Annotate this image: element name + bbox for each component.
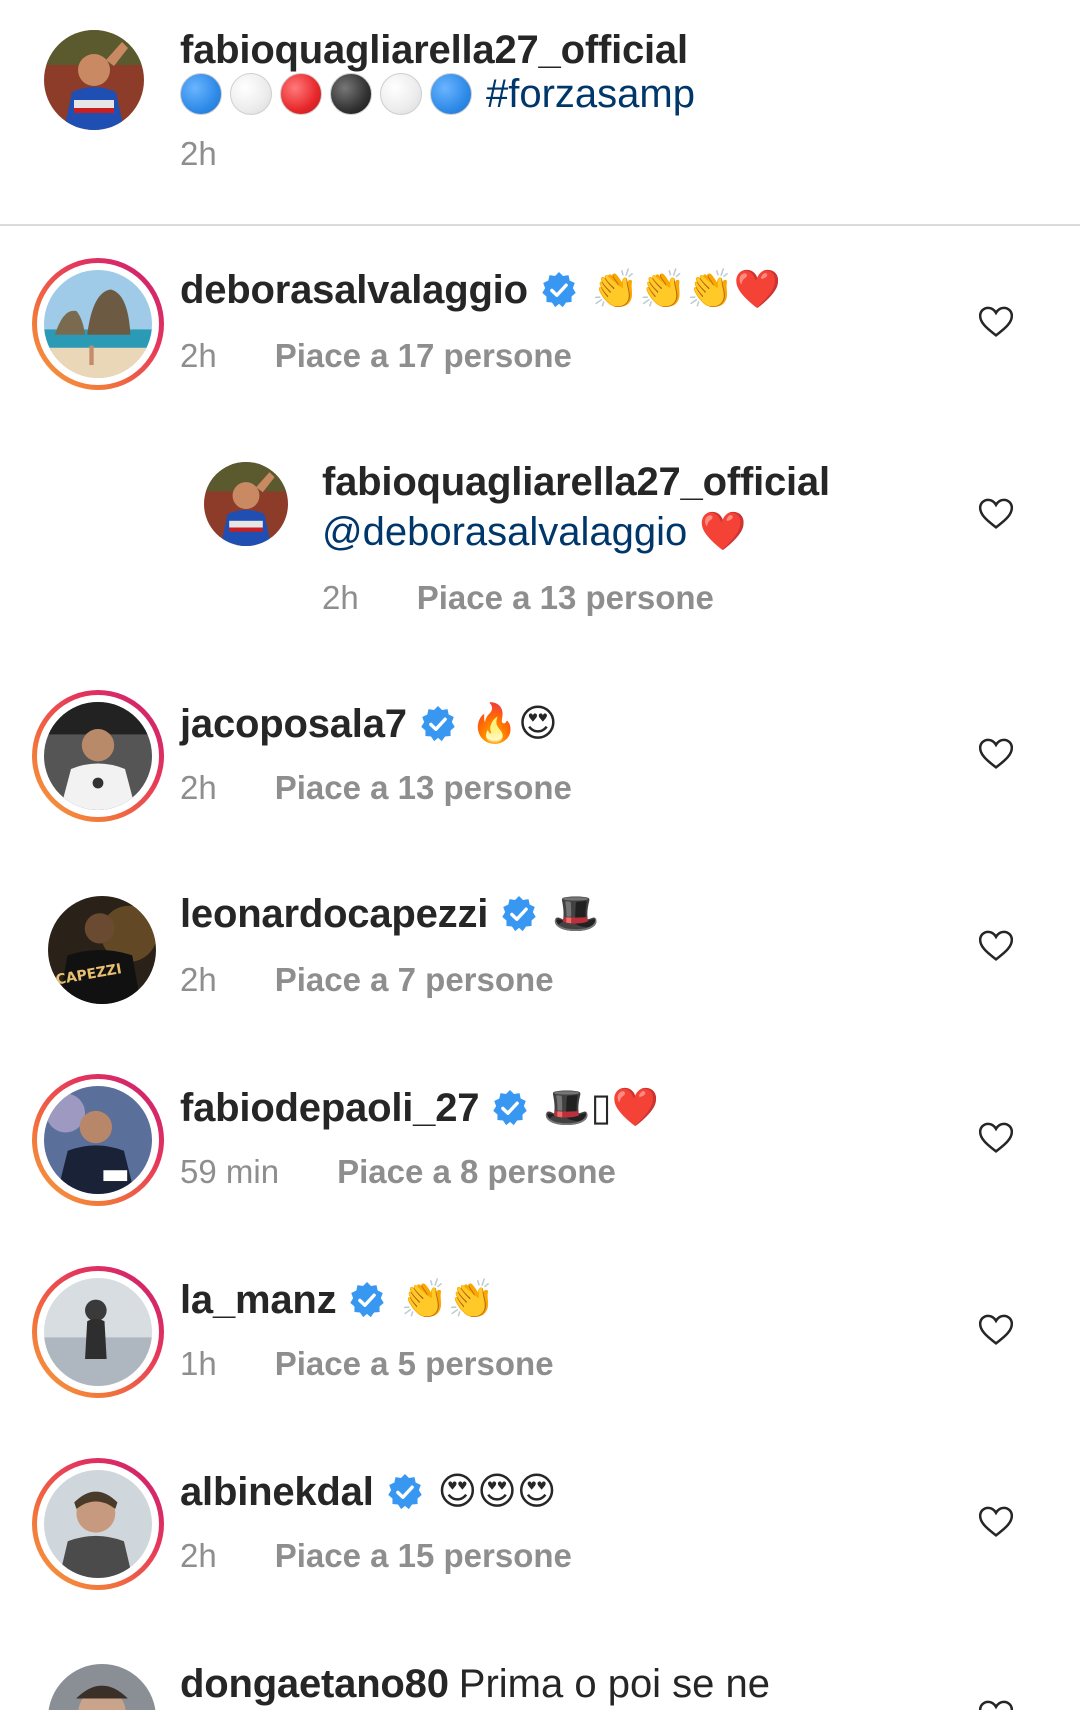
comment-username[interactable]: albinekdal xyxy=(180,1468,374,1516)
comment-username[interactable]: la_manz xyxy=(180,1276,337,1324)
comment-username[interactable]: deborasalvalaggio xyxy=(180,266,528,314)
comment-emoji: 🎩▯❤️ xyxy=(543,1087,659,1129)
post-caption: fabioquagliarella27_official #forzasamp … xyxy=(0,0,1080,226)
commenter-avatar[interactable] xyxy=(48,1664,156,1710)
verified-badge-icon xyxy=(500,895,538,933)
author-avatar[interactable] xyxy=(44,30,144,130)
likes-count-link[interactable]: Piace a 13 persone xyxy=(417,579,714,616)
verified-badge-icon xyxy=(419,705,457,743)
comment-time: 2h xyxy=(180,337,217,374)
comment-emoji: ❤️ xyxy=(699,511,747,553)
comment-emoji: 👏👏👏❤️ xyxy=(591,269,782,311)
white-circle-emoji xyxy=(380,73,422,115)
comment-time: 2h xyxy=(322,579,359,616)
heart-outline-icon[interactable] xyxy=(976,1310,1016,1350)
mention-link[interactable]: @deborasalvalaggio xyxy=(322,508,687,556)
comment-time: 59 min xyxy=(180,1153,280,1190)
caption-time: 2h xyxy=(180,135,217,172)
caption-username[interactable]: fabioquagliarella27_official xyxy=(180,26,688,74)
commenter-avatar[interactable] xyxy=(32,258,164,390)
likes-count-link[interactable]: Piace a 15 persone xyxy=(275,1537,572,1574)
comment-emoji: 🎩 xyxy=(552,893,600,935)
comment-time: 2h xyxy=(180,961,217,998)
likes-count-link[interactable]: Piace a 13 persone xyxy=(275,769,572,806)
comment-text: Prima o poi se ne xyxy=(458,1662,771,1706)
comment-username[interactable]: jacoposala7 xyxy=(180,700,407,748)
heart-outline-icon[interactable] xyxy=(976,1696,1016,1710)
heart-outline-icon[interactable] xyxy=(976,926,1016,966)
heart-outline-icon[interactable] xyxy=(976,1118,1016,1158)
heart-outline-icon[interactable] xyxy=(976,302,1016,342)
verified-badge-icon xyxy=(491,1089,529,1127)
blue-circle-emoji xyxy=(180,73,222,115)
black-circle-emoji xyxy=(330,73,372,115)
color-dots xyxy=(180,73,472,115)
likes-count-link[interactable]: Piace a 7 persone xyxy=(275,961,554,998)
hashtag-link[interactable]: #forzasamp xyxy=(486,70,695,118)
comment-username[interactable]: leonardocapezzi xyxy=(180,890,488,938)
commenter-avatar[interactable] xyxy=(204,462,288,546)
verified-badge-icon xyxy=(540,271,578,309)
comment-emoji: 🔥😍 xyxy=(470,703,558,745)
comment-time: 2h xyxy=(180,769,217,806)
comment-username[interactable]: fabioquagliarella27_official xyxy=(322,458,830,506)
heart-outline-icon[interactable] xyxy=(976,494,1016,534)
commenter-avatar[interactable] xyxy=(32,1074,164,1206)
comment-time: 2h xyxy=(180,1537,217,1574)
red-circle-emoji xyxy=(280,73,322,115)
likes-count-link[interactable]: Piace a 17 persone xyxy=(275,337,572,374)
commenter-avatar[interactable] xyxy=(32,1266,164,1398)
comment-username[interactable]: fabiodepaoli_27 xyxy=(180,1084,480,1132)
likes-count-link[interactable]: Piace a 5 persone xyxy=(275,1345,554,1382)
commenter-avatar[interactable]: CAPEZZI xyxy=(48,896,156,1004)
commenter-avatar[interactable] xyxy=(32,1458,164,1590)
comment-time: 1h xyxy=(180,1345,217,1382)
comment-emoji: 👏👏 xyxy=(400,1279,496,1321)
likes-count-link[interactable]: Piace a 8 persone xyxy=(337,1153,616,1190)
blue-circle-emoji xyxy=(430,73,472,115)
white-circle-emoji xyxy=(230,73,272,115)
heart-outline-icon[interactable] xyxy=(976,1502,1016,1542)
verified-badge-icon xyxy=(386,1473,424,1511)
comment-emoji: 😍😍😍 xyxy=(437,1471,557,1513)
commenter-avatar[interactable] xyxy=(32,690,164,822)
comment-username[interactable]: dongaetano80 xyxy=(180,1660,449,1708)
heart-outline-icon[interactable] xyxy=(976,734,1016,774)
verified-badge-icon xyxy=(348,1281,386,1319)
